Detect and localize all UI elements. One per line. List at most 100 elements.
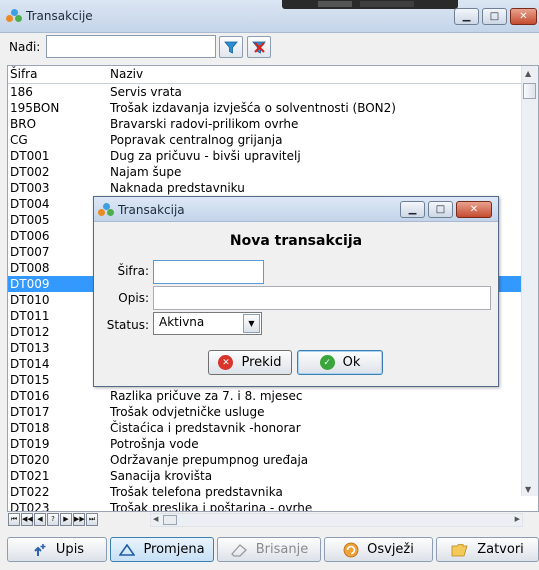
cell-sifra: DT021	[10, 469, 50, 483]
cell-naziv: Popravak centralnog grijanja	[110, 133, 283, 147]
upis-label: Upis	[55, 542, 85, 557]
osvjezi-button[interactable]: Osvježi	[324, 537, 433, 562]
cell-sifra: DT004	[10, 197, 50, 211]
cell-sifra: DT013	[10, 341, 50, 355]
promjena-button[interactable]: Promjena	[110, 537, 214, 562]
cell-sifra: 186	[10, 85, 33, 99]
dialog-minimize-button[interactable]: ▁	[400, 201, 425, 218]
cell-naziv: Čistaćica i predstavnik -honorar	[110, 421, 301, 435]
nav-first-button[interactable]: ⏮	[8, 513, 20, 526]
cell-naziv: Dug za pričuvu - bivši upravitelj	[110, 149, 301, 163]
close-icon: ✕	[469, 204, 479, 215]
search-input[interactable]	[46, 35, 216, 58]
column-header-sifra[interactable]: Šifra	[10, 67, 37, 81]
scroll-left-icon[interactable]: ◀	[153, 515, 158, 523]
horizontal-scrollbar[interactable]: ◀ ▶	[150, 513, 523, 527]
status-label: Status:	[106, 318, 149, 332]
nav-prev-page-button[interactable]: ◀◀	[21, 513, 33, 526]
cell-naziv: Najam šupe	[110, 165, 182, 179]
dialog-maximize-button[interactable]: □	[428, 201, 453, 218]
minimize-icon: ▁	[408, 204, 417, 215]
filter-button[interactable]	[219, 36, 243, 58]
vertical-scrollbar[interactable]: ▲ ▼	[521, 66, 538, 496]
table-row[interactable]: DT018 Čistaćica i predstavnik -honorar	[8, 420, 523, 436]
cell-sifra: DT003	[10, 181, 50, 195]
vertical-scroll-thumb[interactable]	[523, 83, 536, 99]
filter-icon	[224, 41, 238, 54]
cell-sifra: DT005	[10, 213, 50, 227]
table-row[interactable]: BRO Bravarski radovi-prilikom ovrhe	[8, 116, 523, 132]
add-icon	[34, 543, 46, 556]
search-label: Nađi:	[9, 40, 41, 54]
close-button[interactable]: ✕	[510, 8, 537, 25]
dialog-close-button[interactable]: ✕	[456, 201, 492, 218]
table-row[interactable]: DT017 Trošak odvjetničke usluge	[8, 404, 523, 420]
scroll-right-icon[interactable]: ▶	[515, 515, 520, 523]
table-row[interactable]: DT022 Trošak telefona predstavnika	[8, 484, 523, 500]
prekid-label: Prekid	[241, 355, 282, 370]
nav-last-button[interactable]: ⏭	[86, 513, 98, 526]
window-title: Transakcije	[26, 9, 93, 23]
cell-sifra: DT016	[10, 389, 50, 403]
brisanje-button[interactable]: Brisanje	[217, 537, 321, 562]
sifra-field[interactable]	[153, 260, 264, 284]
table-row[interactable]: DT003 Naknada predstavniku	[8, 180, 523, 196]
cell-naziv: Potrošnja vode	[110, 437, 199, 451]
osvjezi-label: Osvježi	[367, 542, 414, 557]
ok-button[interactable]: ✓ Ok	[297, 350, 383, 375]
dialog-heading: Nova transakcija	[229, 233, 363, 249]
status-select[interactable]: Aktivna ▼	[153, 312, 262, 335]
status-value: Aktivna	[159, 315, 205, 329]
horizontal-scroll-thumb[interactable]	[163, 515, 177, 525]
opis-label: Opis:	[118, 291, 149, 305]
cell-sifra: CG	[10, 133, 28, 147]
nav-search-button[interactable]: ?	[47, 513, 59, 526]
overlapping-window-strip	[282, 0, 458, 9]
minimize-button[interactable]: ▁	[454, 8, 479, 25]
table-row[interactable]: DT019 Potrošnja vode	[8, 436, 523, 452]
sifra-label: Šifra:	[117, 264, 149, 278]
table-row[interactable]: DT021 Sanacija krovišta	[8, 468, 523, 484]
scroll-down-icon[interactable]: ▼	[525, 485, 531, 494]
nav-next-page-button[interactable]: ▶▶	[73, 513, 85, 526]
opis-field[interactable]	[153, 286, 491, 310]
clear-filter-button[interactable]	[247, 36, 271, 58]
table-row[interactable]: DT023 Trošak preslika i poštarina - ovrhe	[8, 500, 523, 512]
cell-sifra: DT007	[10, 245, 50, 259]
cell-sifra: DT023	[10, 501, 50, 512]
ok-label: Ok	[342, 355, 361, 370]
grid-header: Šifra Naziv	[8, 66, 523, 84]
column-header-naziv[interactable]: Naziv	[110, 67, 143, 81]
maximize-button[interactable]: □	[482, 8, 507, 25]
nav-prev-button[interactable]: ◀	[34, 513, 46, 526]
table-row[interactable]: DT020 Održavanje prepumpnog uređaja	[8, 452, 523, 468]
promjena-label: Promjena	[143, 542, 205, 557]
table-row[interactable]: DT002 Najam šupe	[8, 164, 523, 180]
table-row[interactable]: CG Popravak centralnog grijanja	[8, 132, 523, 148]
close-icon: ✕	[519, 11, 528, 22]
table-row[interactable]: DT016 Razlika pričuve za 7. i 8. mjesec	[8, 388, 523, 404]
cell-naziv: Trošak odvjetničke usluge	[110, 405, 265, 419]
cell-sifra: 195BON	[10, 101, 60, 115]
table-row[interactable]: 186 Servis vrata	[8, 84, 523, 100]
record-navigator: ⏮ ◀◀ ◀ ? ▶ ▶▶ ⏭	[8, 513, 99, 527]
dialog-app-icon	[98, 203, 114, 217]
upis-button[interactable]: Upis	[7, 537, 107, 562]
cell-sifra: DT020	[10, 453, 50, 467]
transakcije-window: Transakcije ▁ □ ✕ Nađi: Šifra Naziv 186 S…	[0, 0, 539, 570]
table-row[interactable]: 195BON Trošak izdavanja izvješća o solven…	[8, 100, 523, 116]
prekid-button[interactable]: ✕ Prekid	[208, 350, 292, 375]
cell-naziv: Naknada predstavniku	[110, 181, 245, 195]
cell-sifra: DT008	[10, 261, 50, 275]
cell-naziv: Razlika pričuve za 7. i 8. mjesec	[110, 389, 303, 403]
cell-sifra: DT010	[10, 293, 50, 307]
scroll-up-icon[interactable]: ▲	[525, 69, 531, 78]
chevron-down-icon[interactable]: ▼	[243, 314, 260, 333]
dialog-title: Transakcija	[118, 203, 185, 217]
cell-sifra: DT012	[10, 325, 50, 339]
cell-sifra: DT002	[10, 165, 50, 179]
zatvori-button[interactable]: Zatvori	[436, 537, 539, 562]
nav-next-button[interactable]: ▶	[60, 513, 72, 526]
cell-sifra: DT019	[10, 437, 50, 451]
table-row[interactable]: DT001 Dug za pričuvu - bivši upravitelj	[8, 148, 523, 164]
